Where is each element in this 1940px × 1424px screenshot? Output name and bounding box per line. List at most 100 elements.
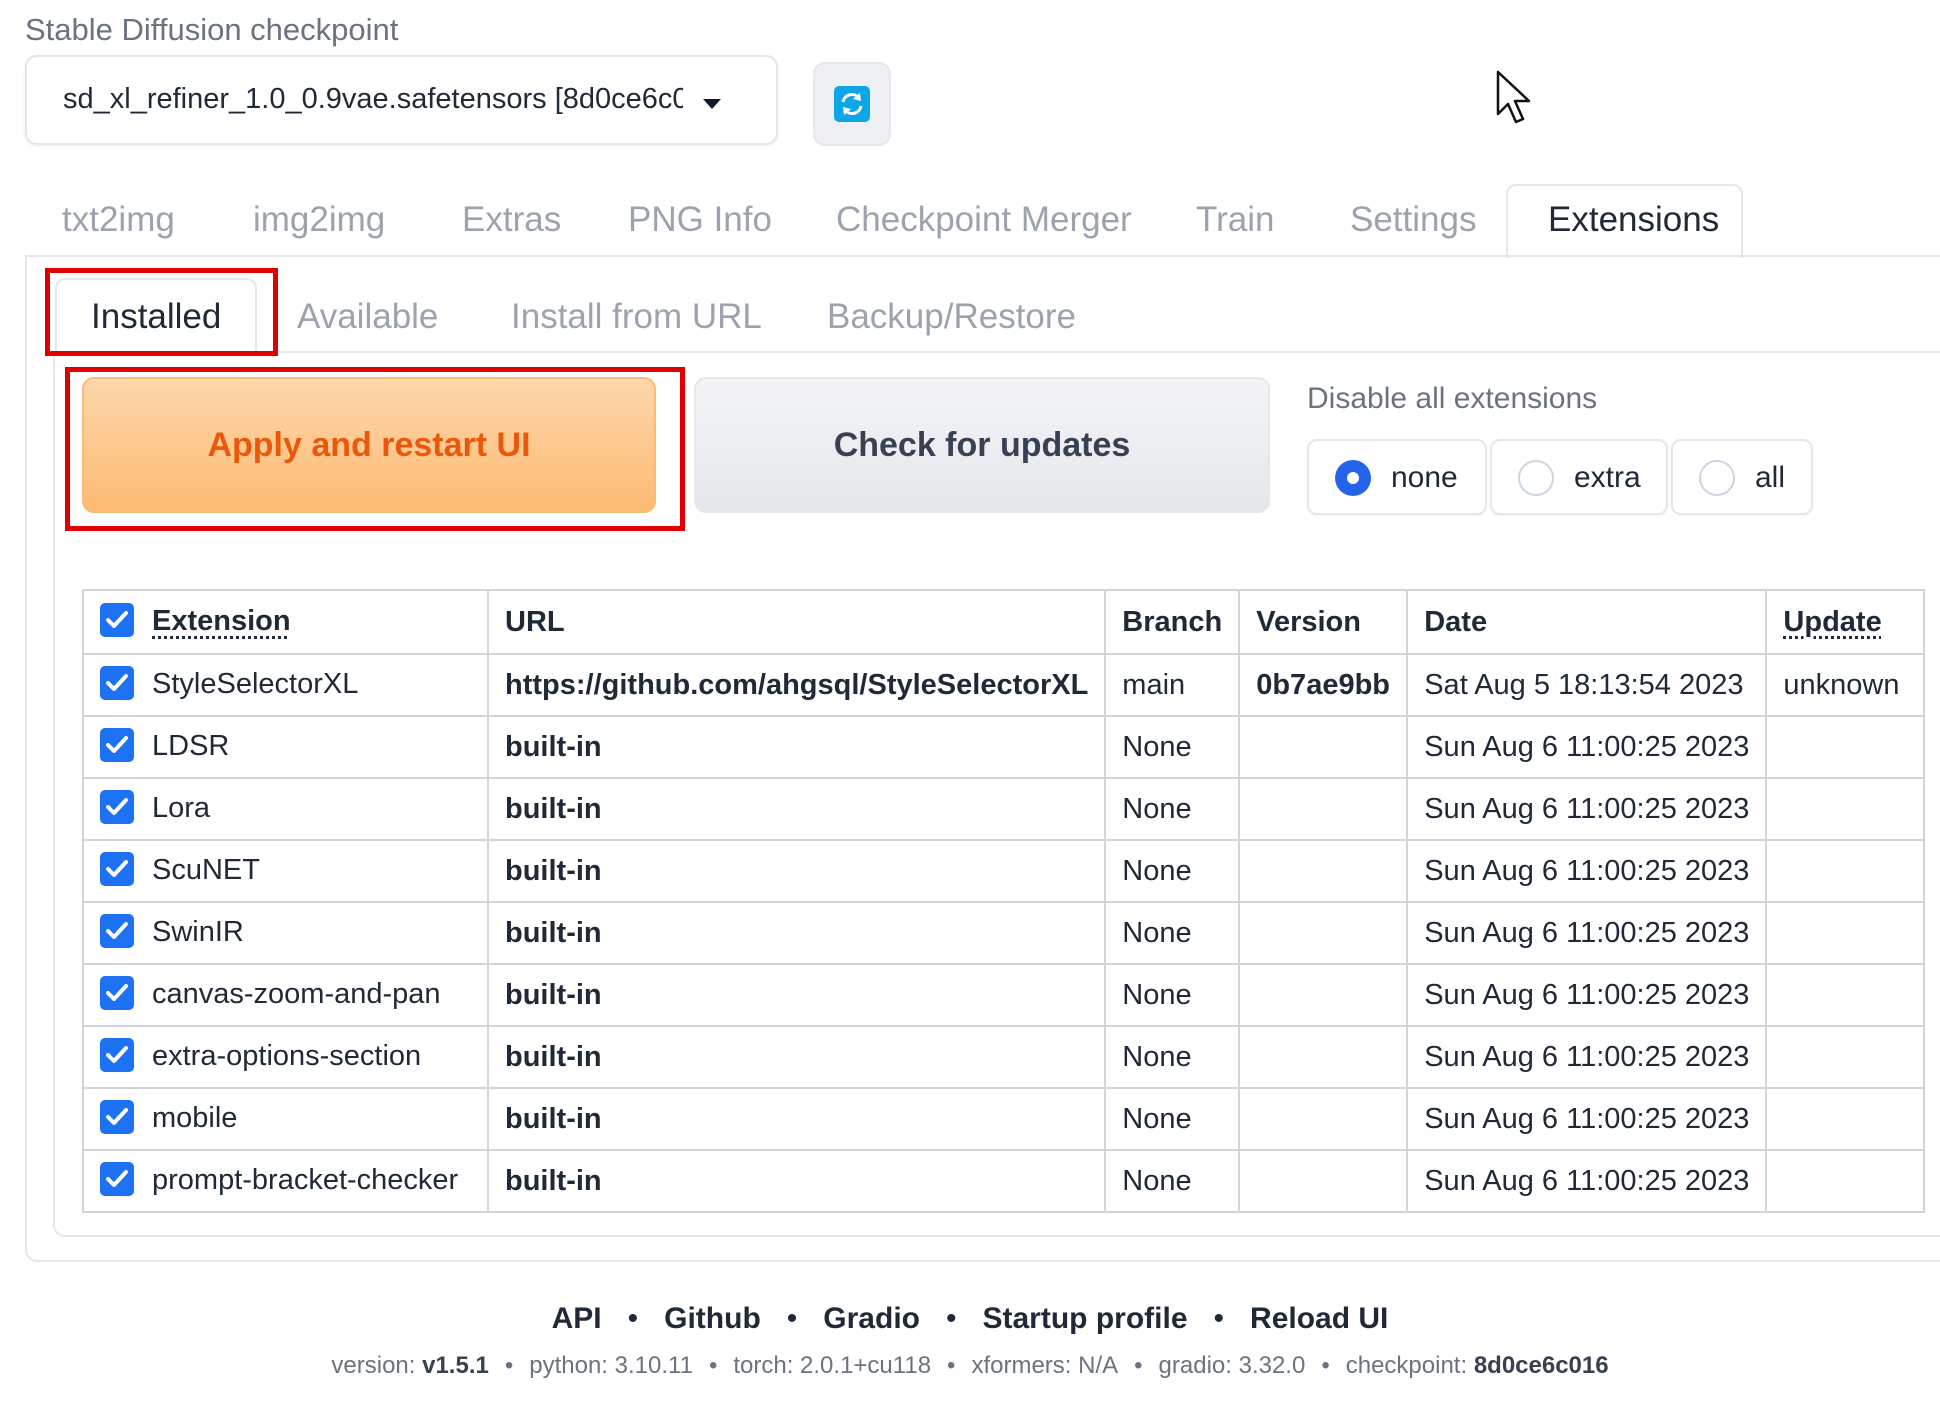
enable-checkbox[interactable] <box>100 1038 134 1073</box>
table-row: canvas-zoom-and-pan built-in None Sun Au… <box>82 963 1926 1027</box>
tab-install-from-url[interactable]: Install from URL <box>511 297 762 337</box>
extension-name: extra-options-section <box>152 1039 422 1072</box>
checkpoint-dropdown[interactable]: sd_xl_refiner_1.0_0.9vae.safetensors [8d… <box>25 55 778 145</box>
check-icon <box>106 1170 128 1188</box>
tab-train[interactable]: Train <box>1196 200 1274 240</box>
refresh-button[interactable] <box>813 62 891 146</box>
tab-checkpoint-merger[interactable]: Checkpoint Merger <box>836 200 1132 240</box>
header-version: Version <box>1238 589 1409 655</box>
cell-date: Sun Aug 6 11:00:25 2023 <box>1406 715 1768 779</box>
extension-name: StyleSelectorXL <box>152 667 359 700</box>
cell-branch: None <box>1104 715 1241 779</box>
cell-url: built-in <box>486 777 1107 841</box>
extension-name: mobile <box>152 1101 238 1134</box>
tab-img2img[interactable]: img2img <box>253 200 385 240</box>
extensions-table: Extension URL Branch Version Date Update… <box>82 589 1926 1213</box>
python-version: python: 3.10.11 <box>529 1352 693 1379</box>
footer-link-api[interactable]: API <box>552 1302 602 1335</box>
gradio-version: gradio: 3.32.0 <box>1158 1352 1306 1379</box>
footer-link-reload-ui[interactable]: Reload UI <box>1250 1302 1388 1335</box>
cell-update <box>1765 777 1926 841</box>
table-row: mobile built-in None Sun Aug 6 11:00:25 … <box>82 1087 1926 1151</box>
footer-separator: • <box>947 1352 956 1379</box>
header-url: URL <box>486 589 1107 655</box>
table-header-row: Extension URL Branch Version Date Update <box>82 589 1926 655</box>
header-date: Date <box>1406 589 1768 655</box>
enable-checkbox[interactable] <box>100 1100 134 1135</box>
footer-links: API • Github • Gradio • Startup profile • Reload… <box>0 1302 1940 1336</box>
header-label[interactable]: Extension <box>152 605 291 637</box>
tab-txt2img[interactable]: txt2img <box>62 200 175 240</box>
tab-extras[interactable]: Extras <box>462 200 561 240</box>
radio-none[interactable]: none <box>1307 439 1487 515</box>
cell-date: Sun Aug 6 11:00:25 2023 <box>1406 1025 1768 1089</box>
checkpoint-value: sd_xl_refiner_1.0_0.9vae.safetensors [8d… <box>63 83 683 115</box>
enable-checkbox[interactable] <box>100 1162 134 1197</box>
extension-name: canvas-zoom-and-pan <box>152 977 441 1010</box>
cell-version <box>1238 963 1409 1027</box>
header-extension: Extension <box>82 589 489 655</box>
footer-separator: • <box>1321 1352 1330 1379</box>
table-row: LDSR built-in None Sun Aug 6 11:00:25 20… <box>82 715 1926 779</box>
cell-branch: None <box>1104 901 1241 965</box>
enable-checkbox[interactable] <box>100 790 134 825</box>
tab-backup-restore[interactable]: Backup/Restore <box>827 297 1076 337</box>
enable-checkbox[interactable] <box>100 666 134 701</box>
check-icon <box>106 611 128 629</box>
check-icon <box>106 674 128 692</box>
cell-branch: None <box>1104 1025 1241 1089</box>
cell-update <box>1765 1087 1926 1151</box>
xformers-version: xformers: N/A <box>971 1352 1119 1379</box>
table-row: ScuNET built-in None Sun Aug 6 11:00:25 … <box>82 839 1926 903</box>
subtabs-divider <box>53 351 1940 353</box>
footer-separator: • <box>1134 1352 1143 1379</box>
tab-png-info[interactable]: PNG Info <box>628 200 772 240</box>
extension-name: ScuNET <box>152 853 260 886</box>
mouse-cursor-icon <box>1496 70 1531 124</box>
cell-url: built-in <box>486 1149 1107 1213</box>
enable-checkbox[interactable] <box>100 976 134 1011</box>
check-updates-button[interactable]: Check for updates <box>694 377 1270 513</box>
radio-label: all <box>1755 461 1786 494</box>
footer-link-github[interactable]: Github <box>664 1302 761 1335</box>
select-all-checkbox[interactable] <box>100 603 134 638</box>
cell-branch: None <box>1104 1149 1241 1213</box>
disable-extensions-label: Disable all extensions <box>1307 382 1598 415</box>
radio-extra[interactable]: extra <box>1490 439 1668 515</box>
extension-name: SwinIR <box>152 915 244 948</box>
cell-extension: mobile <box>82 1087 489 1151</box>
cell-version <box>1238 1025 1409 1089</box>
checkpoint-hash: 8d0ce6c016 <box>1473 1352 1609 1379</box>
cell-url: built-in <box>486 715 1107 779</box>
table-row: extra-options-section built-in None Sun … <box>82 1025 1926 1089</box>
cell-version[interactable]: 0b7ae9bb <box>1238 653 1409 717</box>
cell-version <box>1238 839 1409 903</box>
check-icon <box>106 860 128 878</box>
radio-empty-icon <box>1518 460 1554 496</box>
tab-available[interactable]: Available <box>297 297 438 337</box>
radio-label: none <box>1391 461 1458 494</box>
chevron-down-icon <box>703 99 721 109</box>
table-row: prompt-bracket-checker built-in None Sun… <box>82 1149 1926 1213</box>
cell-extension: StyleSelectorXL <box>82 653 489 717</box>
check-icon <box>106 1046 128 1064</box>
radio-label: extra <box>1574 461 1641 494</box>
header-branch: Branch <box>1104 589 1241 655</box>
enable-checkbox[interactable] <box>100 914 134 949</box>
enable-checkbox[interactable] <box>100 852 134 887</box>
tab-settings[interactable]: Settings <box>1350 200 1476 240</box>
tab-extensions[interactable]: Extensions <box>1548 200 1719 240</box>
check-icon <box>106 984 128 1002</box>
radio-all[interactable]: all <box>1671 439 1813 515</box>
cell-url[interactable]: https://github.com/ahgsql/StyleSelectorX… <box>486 653 1107 717</box>
cell-extension: SwinIR <box>82 901 489 965</box>
footer-link-gradio[interactable]: Gradio <box>823 1302 920 1335</box>
header-label[interactable]: Update <box>1783 606 1881 638</box>
table-row: StyleSelectorXL https://github.com/ahgsq… <box>82 653 1926 717</box>
cell-date: Sun Aug 6 11:00:25 2023 <box>1406 963 1768 1027</box>
footer-link-startup-profile[interactable]: Startup profile <box>983 1302 1188 1335</box>
extension-name: prompt-bracket-checker <box>152 1163 459 1196</box>
cell-date: Sun Aug 6 11:00:25 2023 <box>1406 901 1768 965</box>
highlight-box-installed <box>45 268 278 356</box>
enable-checkbox[interactable] <box>100 728 134 763</box>
